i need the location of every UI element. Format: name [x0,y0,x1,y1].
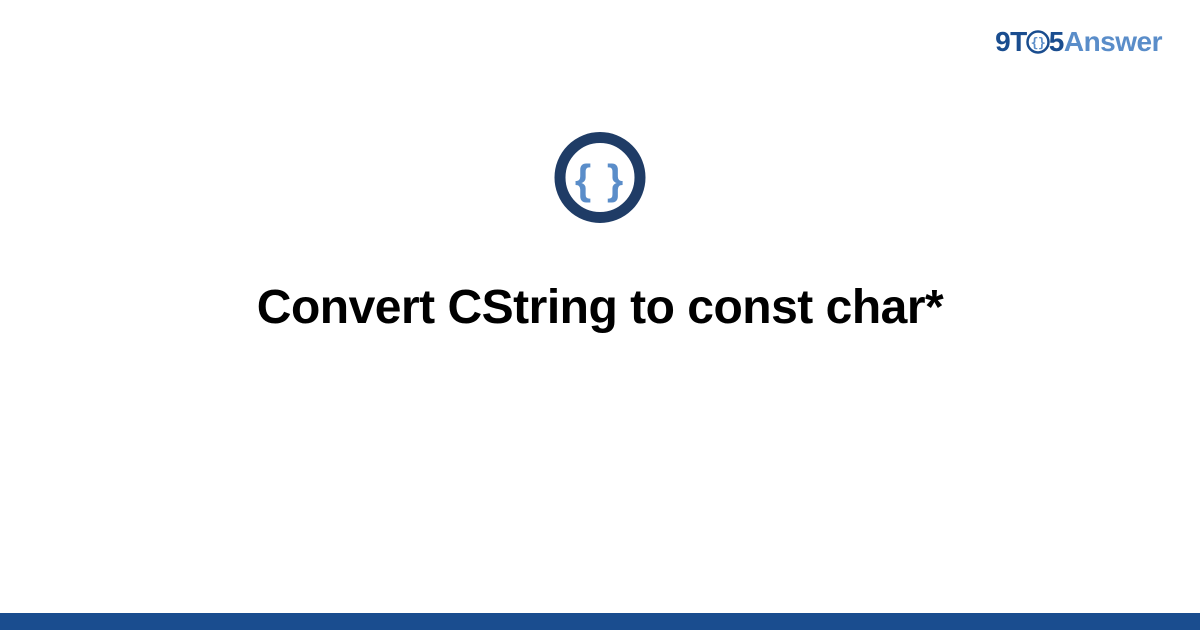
bottom-accent-bar [0,613,1200,630]
logo-nine: 9 [995,26,1010,57]
page-title: Convert CString to const char* [0,280,1200,335]
logo-answer: Answer [1064,26,1162,57]
svg-text:{}: {} [1030,36,1045,51]
logo-five: 5 [1049,26,1064,57]
site-logo: 9T {} 5Answer [995,26,1162,58]
braces-icon: { } [553,130,648,225]
logo-t: T [1010,26,1027,57]
logo-o-braces-icon: {} [1026,30,1050,54]
svg-text:{ }: { } [575,156,625,203]
